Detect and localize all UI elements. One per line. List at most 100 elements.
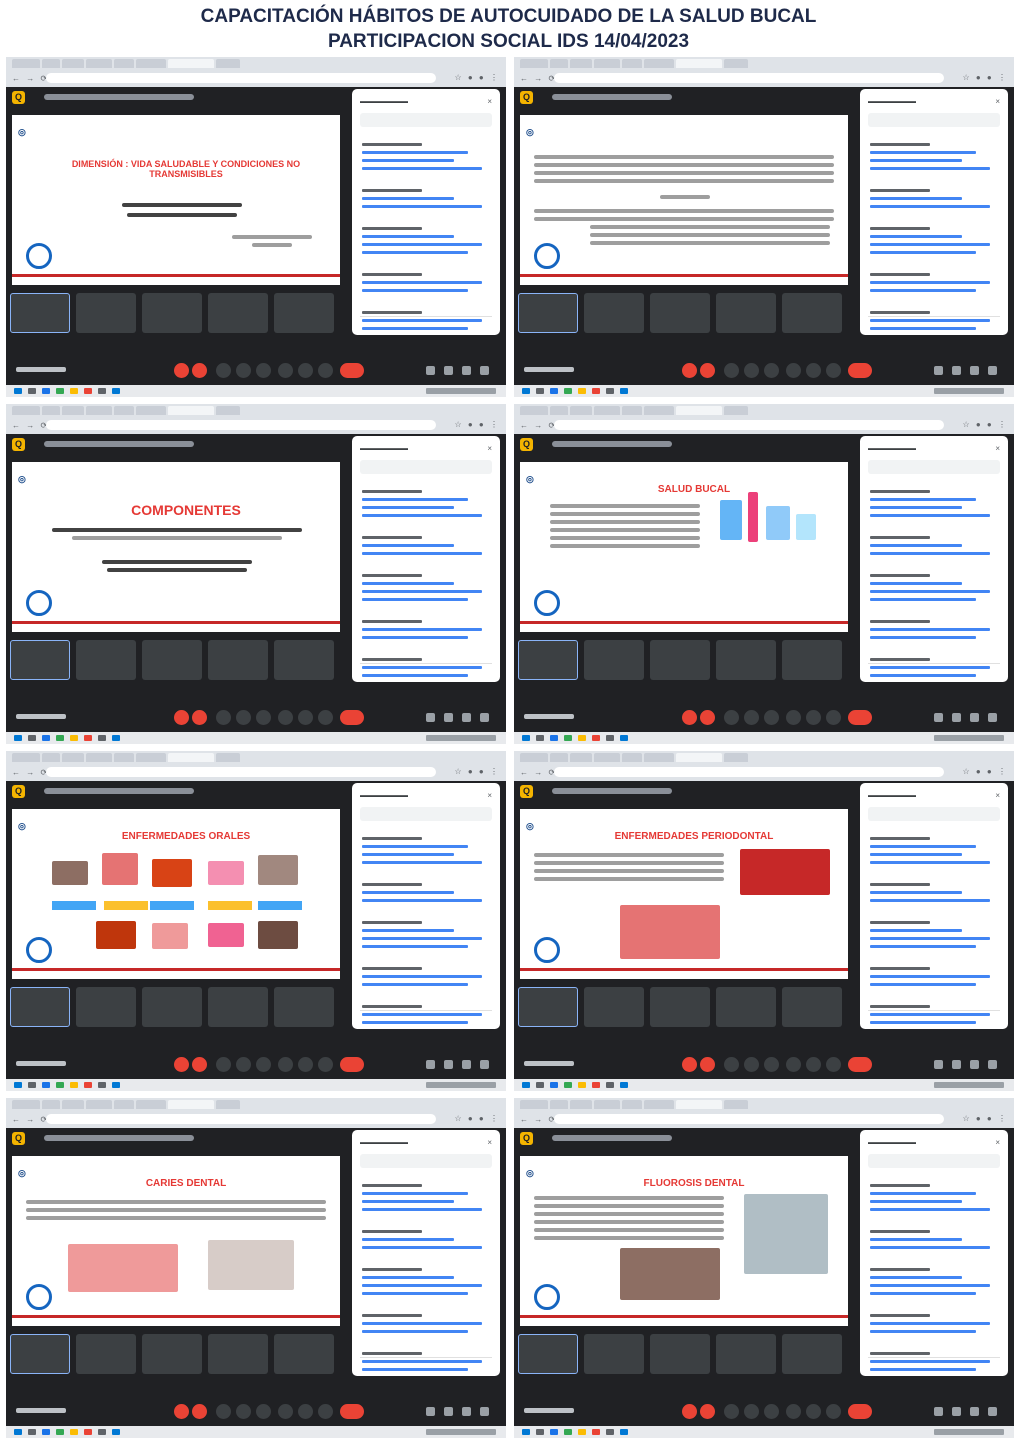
camera-icon[interactable] <box>700 710 715 725</box>
mic-icon[interactable] <box>682 710 697 725</box>
people-icon[interactable] <box>952 713 961 722</box>
taskbar-icon[interactable] <box>42 735 50 741</box>
participant-tile[interactable] <box>274 987 334 1027</box>
taskbar-icon[interactable] <box>606 735 614 741</box>
address-bar[interactable] <box>554 420 944 430</box>
chat-input[interactable] <box>868 316 1000 327</box>
captions-icon[interactable] <box>724 1404 739 1419</box>
participant-tile[interactable] <box>584 1334 644 1374</box>
taskbar-icon[interactable] <box>70 1429 78 1435</box>
taskbar-icon[interactable] <box>28 388 36 394</box>
options-icon[interactable] <box>826 1057 841 1072</box>
chat-input[interactable] <box>360 316 492 327</box>
close-icon[interactable]: × <box>995 97 1000 106</box>
participant-tile[interactable] <box>782 293 842 333</box>
browser-nav-buttons[interactable]: ← → ⟳ <box>12 421 49 430</box>
more-icon[interactable] <box>806 1057 821 1072</box>
browser-nav-buttons[interactable]: ← → ⟳ <box>520 74 557 83</box>
address-bar[interactable] <box>554 73 944 83</box>
browser-tab[interactable] <box>550 406 568 415</box>
camera-icon[interactable] <box>192 1404 207 1419</box>
taskbar-icon[interactable] <box>606 1429 614 1435</box>
taskbar-icon[interactable] <box>42 1082 50 1088</box>
browser-tab[interactable] <box>168 406 214 415</box>
browser-tab[interactable] <box>114 59 134 68</box>
chat-input[interactable] <box>360 1357 492 1368</box>
browser-tab[interactable] <box>168 753 214 762</box>
raise-hand-icon[interactable] <box>278 363 293 378</box>
raise-hand-icon[interactable] <box>278 710 293 725</box>
browser-tab[interactable] <box>62 753 84 762</box>
taskbar-icon[interactable] <box>70 735 78 741</box>
participant-tile[interactable] <box>10 293 70 333</box>
chat-input[interactable] <box>360 1010 492 1021</box>
browser-extensions[interactable]: ☆ ● ● ⋮ <box>962 767 1008 776</box>
browser-tab[interactable] <box>86 406 112 415</box>
browser-tab[interactable] <box>62 406 84 415</box>
browser-tab[interactable] <box>42 1100 60 1109</box>
address-bar[interactable] <box>554 1114 944 1124</box>
camera-icon[interactable] <box>192 710 207 725</box>
activities-icon[interactable] <box>480 1060 489 1069</box>
taskbar-icon[interactable] <box>56 1429 64 1435</box>
present-icon[interactable] <box>256 1057 271 1072</box>
browser-tab[interactable] <box>86 753 112 762</box>
taskbar-icon[interactable] <box>112 1082 120 1088</box>
people-icon[interactable] <box>444 713 453 722</box>
participant-tile[interactable] <box>76 1334 136 1374</box>
present-icon[interactable] <box>764 1404 779 1419</box>
browser-tab[interactable] <box>570 406 592 415</box>
present-icon[interactable] <box>764 710 779 725</box>
chat-icon[interactable] <box>970 1060 979 1069</box>
camera-icon[interactable] <box>192 363 207 378</box>
browser-tab[interactable] <box>724 406 748 415</box>
taskbar-icon[interactable] <box>620 1429 628 1435</box>
participant-tile[interactable] <box>716 293 776 333</box>
browser-tab[interactable] <box>676 753 722 762</box>
browser-tab[interactable] <box>570 1100 592 1109</box>
browser-tab[interactable] <box>550 59 568 68</box>
close-icon[interactable]: × <box>487 444 492 453</box>
raise-hand-icon[interactable] <box>786 1404 801 1419</box>
present-icon[interactable] <box>256 1404 271 1419</box>
people-icon[interactable] <box>952 366 961 375</box>
raise-hand-icon[interactable] <box>786 710 801 725</box>
present-icon[interactable] <box>764 363 779 378</box>
browser-tab[interactable] <box>136 753 166 762</box>
participant-tile[interactable] <box>142 640 202 680</box>
info-icon[interactable] <box>426 366 435 375</box>
end-call-icon[interactable] <box>340 363 364 378</box>
info-icon[interactable] <box>934 366 943 375</box>
browser-tab[interactable] <box>644 406 674 415</box>
present-icon[interactable] <box>256 710 271 725</box>
reactions-icon[interactable] <box>236 363 251 378</box>
browser-tab[interactable] <box>644 753 674 762</box>
chat-input[interactable] <box>868 663 1000 674</box>
captions-icon[interactable] <box>216 1057 231 1072</box>
participant-tile[interactable] <box>274 1334 334 1374</box>
browser-tab[interactable] <box>520 59 548 68</box>
reactions-icon[interactable] <box>236 710 251 725</box>
address-bar[interactable] <box>46 767 436 777</box>
taskbar-icon[interactable] <box>28 1082 36 1088</box>
taskbar-icon[interactable] <box>620 388 628 394</box>
taskbar-icon[interactable] <box>536 1429 544 1435</box>
participant-tile[interactable] <box>518 293 578 333</box>
participant-tile[interactable] <box>274 640 334 680</box>
taskbar-icon[interactable] <box>28 1429 36 1435</box>
captions-icon[interactable] <box>216 363 231 378</box>
taskbar-icon[interactable] <box>42 388 50 394</box>
people-icon[interactable] <box>444 366 453 375</box>
browser-tab[interactable] <box>168 1100 214 1109</box>
browser-tab[interactable] <box>570 753 592 762</box>
participant-tile[interactable] <box>716 640 776 680</box>
taskbar-icon[interactable] <box>550 1082 558 1088</box>
participant-tile[interactable] <box>208 293 268 333</box>
more-icon[interactable] <box>298 1057 313 1072</box>
more-icon[interactable] <box>806 710 821 725</box>
taskbar-icon[interactable] <box>564 388 572 394</box>
activities-icon[interactable] <box>988 713 997 722</box>
more-icon[interactable] <box>806 363 821 378</box>
browser-tab[interactable] <box>594 1100 620 1109</box>
taskbar-icon[interactable] <box>620 1082 628 1088</box>
